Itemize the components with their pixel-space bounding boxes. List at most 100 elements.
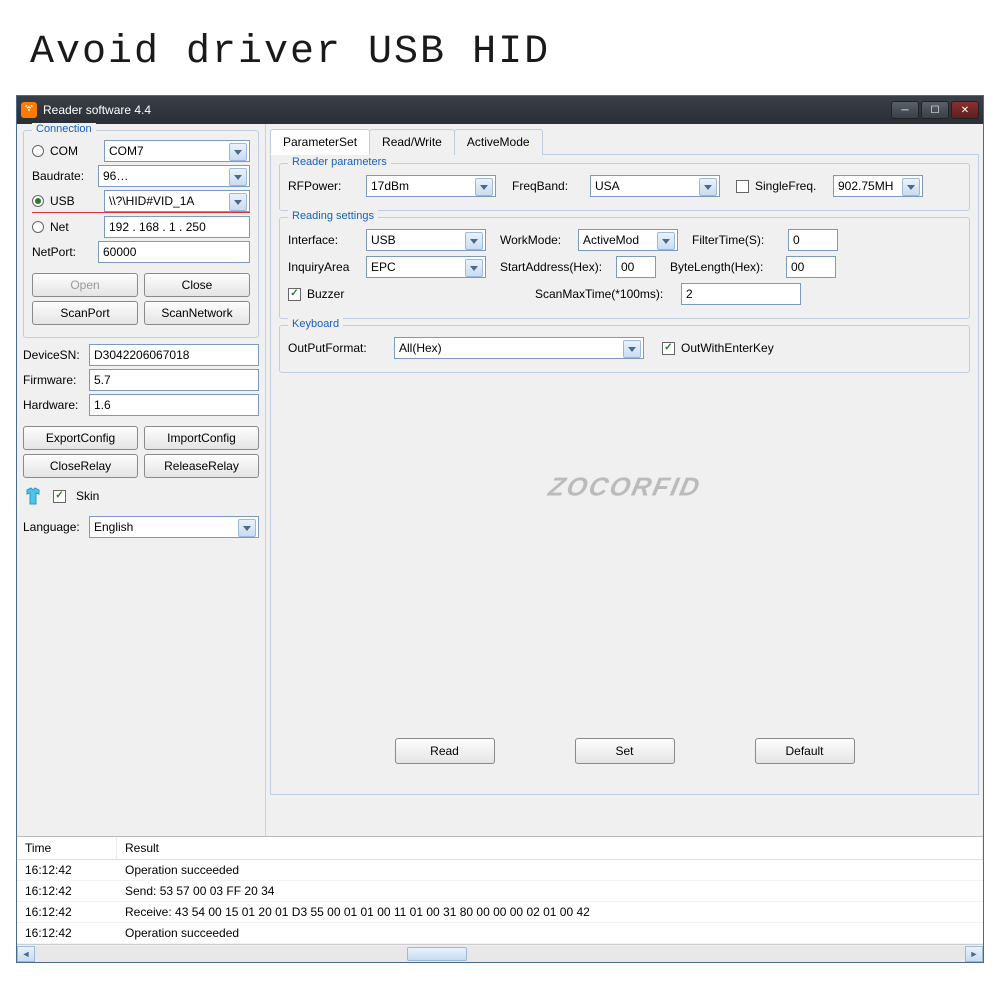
- h-scrollbar[interactable]: ◄ ►: [17, 944, 983, 962]
- action-row: Read Set Default: [271, 738, 978, 764]
- app-window: Reader software 4.4 ─ ☐ ✕ Connection COM…: [16, 95, 984, 963]
- log-col-time[interactable]: Time: [17, 837, 117, 859]
- buzzer-label: Buzzer: [307, 287, 379, 301]
- netport-input[interactable]: 60000: [98, 241, 250, 263]
- buzzer-checkbox[interactable]: [288, 288, 301, 301]
- log-body[interactable]: 16:12:42Operation succeeded16:12:42Send:…: [17, 860, 983, 944]
- bytelength-label: ByteLength(Hex):: [670, 260, 780, 274]
- filtertime-label: FilterTime(S):: [692, 233, 782, 247]
- log-time: 16:12:42: [17, 904, 117, 920]
- scroll-thumb[interactable]: [407, 947, 467, 961]
- startaddress-input[interactable]: 00: [616, 256, 656, 278]
- inquiryarea-label: InquiryArea: [288, 260, 360, 274]
- filtertime-input[interactable]: 0: [788, 229, 838, 251]
- singlefreq-label: SingleFreq.: [755, 179, 827, 193]
- net-label: Net: [50, 220, 98, 234]
- com-radio[interactable]: [32, 145, 44, 157]
- skin-checkbox[interactable]: [53, 490, 66, 503]
- interface-select[interactable]: USB: [366, 229, 486, 251]
- keyboard-group: Keyboard OutPutFormat: All(Hex) OutWithE…: [279, 325, 970, 373]
- log-row[interactable]: 16:12:42Operation succeeded: [17, 860, 983, 881]
- usb-select[interactable]: \\?\HID#VID_1A: [104, 190, 250, 212]
- log-result: Operation succeeded: [117, 925, 983, 941]
- scroll-right-button[interactable]: ►: [965, 946, 983, 962]
- log-row[interactable]: 16:12:42Operation succeeded: [17, 923, 983, 944]
- language-select[interactable]: English: [89, 516, 259, 538]
- close-conn-button[interactable]: Close: [144, 273, 250, 297]
- firmware-value: 5.7: [89, 369, 259, 391]
- page-heading: Avoid driver USB HID: [0, 0, 1000, 95]
- hardware-label: Hardware:: [23, 398, 83, 412]
- keyboard-legend: Keyboard: [288, 318, 343, 330]
- tab-readwrite[interactable]: Read/Write: [369, 129, 455, 155]
- scanmaxtime-label: ScanMaxTime(*100ms):: [535, 287, 675, 301]
- tab-strip: ParameterSet Read/Write ActiveMode: [270, 128, 979, 155]
- open-button[interactable]: Open: [32, 273, 138, 297]
- baudrate-label: Baudrate:: [32, 169, 92, 183]
- rfpower-label: RFPower:: [288, 179, 360, 193]
- scannetwork-button[interactable]: ScanNetwork: [144, 301, 250, 325]
- tab-body: Reader parameters RFPower: 17dBm FreqBan…: [270, 155, 979, 795]
- bytelength-input[interactable]: 00: [786, 256, 836, 278]
- usb-radio[interactable]: [32, 195, 44, 207]
- inquiryarea-select[interactable]: EPC: [366, 256, 486, 278]
- com-label: COM: [50, 144, 98, 158]
- minimize-button[interactable]: ─: [891, 101, 919, 119]
- log-header: Time Result: [17, 837, 983, 860]
- tab-activemode[interactable]: ActiveMode: [454, 129, 543, 155]
- outwithenter-checkbox[interactable]: [662, 342, 675, 355]
- set-button[interactable]: Set: [575, 738, 675, 764]
- rfpower-select[interactable]: 17dBm: [366, 175, 496, 197]
- freqband-label: FreqBand:: [512, 179, 584, 193]
- main-panel: ParameterSet Read/Write ActiveMode Reade…: [266, 124, 983, 836]
- scanmaxtime-input[interactable]: 2: [681, 283, 801, 305]
- com-select[interactable]: COM7: [104, 140, 250, 162]
- interface-label: Interface:: [288, 233, 360, 247]
- log-row[interactable]: 16:12:42Receive: 43 54 00 15 01 20 01 D3…: [17, 902, 983, 923]
- tab-parameterset[interactable]: ParameterSet: [270, 129, 370, 155]
- freqband-select[interactable]: USA: [590, 175, 720, 197]
- scroll-track[interactable]: [35, 946, 965, 962]
- startaddress-label: StartAddress(Hex):: [500, 260, 610, 274]
- singlefreq-checkbox[interactable]: [736, 180, 749, 193]
- scanport-button[interactable]: ScanPort: [32, 301, 138, 325]
- importconfig-button[interactable]: ImportConfig: [144, 426, 259, 450]
- sidebar: Connection COM COM7 Baudrate: 96… USB \\…: [17, 124, 266, 836]
- singlefreq-select[interactable]: 902.75MH: [833, 175, 923, 197]
- reader-params-legend: Reader parameters: [288, 156, 391, 168]
- log-result: Operation succeeded: [117, 862, 983, 878]
- outputformat-select[interactable]: All(Hex): [394, 337, 644, 359]
- outwithenter-label: OutWithEnterKey: [681, 341, 774, 355]
- read-button[interactable]: Read: [395, 738, 495, 764]
- workmode-label: WorkMode:: [500, 233, 572, 247]
- log-time: 16:12:42: [17, 925, 117, 941]
- log-col-result[interactable]: Result: [117, 837, 983, 859]
- exportconfig-button[interactable]: ExportConfig: [23, 426, 138, 450]
- reader-params-group: Reader parameters RFPower: 17dBm FreqBan…: [279, 163, 970, 211]
- hardware-value: 1.6: [89, 394, 259, 416]
- log-time: 16:12:42: [17, 862, 117, 878]
- closerelay-button[interactable]: CloseRelay: [23, 454, 138, 478]
- app-icon: [21, 102, 37, 118]
- firmware-label: Firmware:: [23, 373, 83, 387]
- baudrate-select[interactable]: 96…: [98, 165, 250, 187]
- outputformat-label: OutPutFormat:: [288, 341, 388, 355]
- releaserelay-button[interactable]: ReleaseRelay: [144, 454, 259, 478]
- skin-label: Skin: [76, 489, 99, 503]
- net-radio[interactable]: [32, 221, 44, 233]
- titlebar[interactable]: Reader software 4.4 ─ ☐ ✕: [17, 96, 983, 124]
- language-label: Language:: [23, 520, 83, 534]
- usb-label: USB: [50, 194, 98, 208]
- log-panel: Time Result 16:12:42Operation succeeded1…: [17, 836, 983, 962]
- scroll-left-button[interactable]: ◄: [17, 946, 35, 962]
- default-button[interactable]: Default: [755, 738, 855, 764]
- log-row[interactable]: 16:12:42Send: 53 57 00 03 FF 20 34: [17, 881, 983, 902]
- netport-label: NetPort:: [32, 245, 92, 259]
- reading-settings-group: Reading settings Interface: USB WorkMode…: [279, 217, 970, 319]
- connection-group: Connection COM COM7 Baudrate: 96… USB \\…: [23, 130, 259, 338]
- net-ip-input[interactable]: 192 . 168 . 1 . 250: [104, 216, 250, 238]
- workmode-select[interactable]: ActiveMod: [578, 229, 678, 251]
- close-button[interactable]: ✕: [951, 101, 979, 119]
- maximize-button[interactable]: ☐: [921, 101, 949, 119]
- devicesn-label: DeviceSN:: [23, 348, 83, 362]
